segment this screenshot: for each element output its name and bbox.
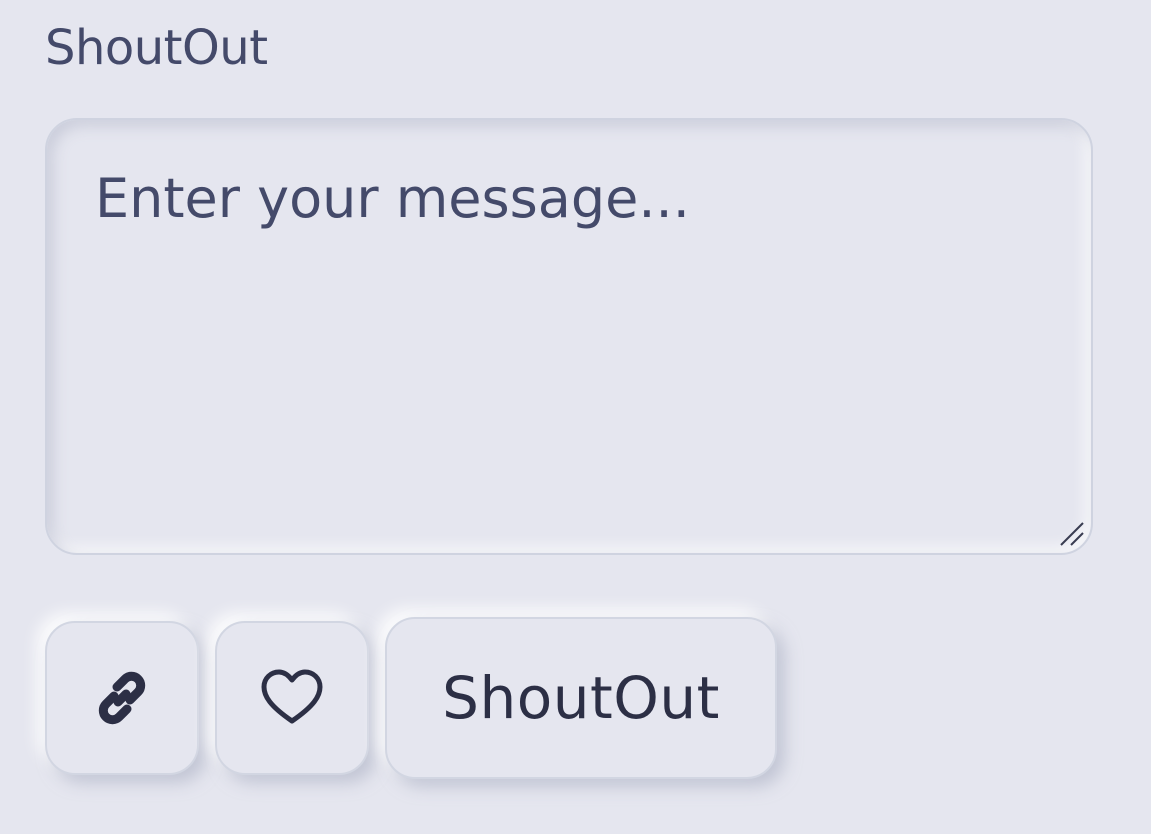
heart-icon	[260, 668, 324, 728]
attach-link-button[interactable]	[45, 621, 199, 775]
shoutout-submit-button[interactable]: ShoutOut	[385, 617, 777, 779]
link-icon	[90, 666, 154, 730]
like-button[interactable]	[215, 621, 369, 775]
resize-handle[interactable]	[1059, 521, 1085, 547]
message-input[interactable]	[47, 120, 1091, 553]
submit-label: ShoutOut	[442, 664, 720, 732]
message-input-container	[45, 118, 1093, 555]
shoutout-widget: ShoutOut ShoutOu	[0, 0, 1151, 834]
widget-title: ShoutOut	[45, 20, 268, 76]
